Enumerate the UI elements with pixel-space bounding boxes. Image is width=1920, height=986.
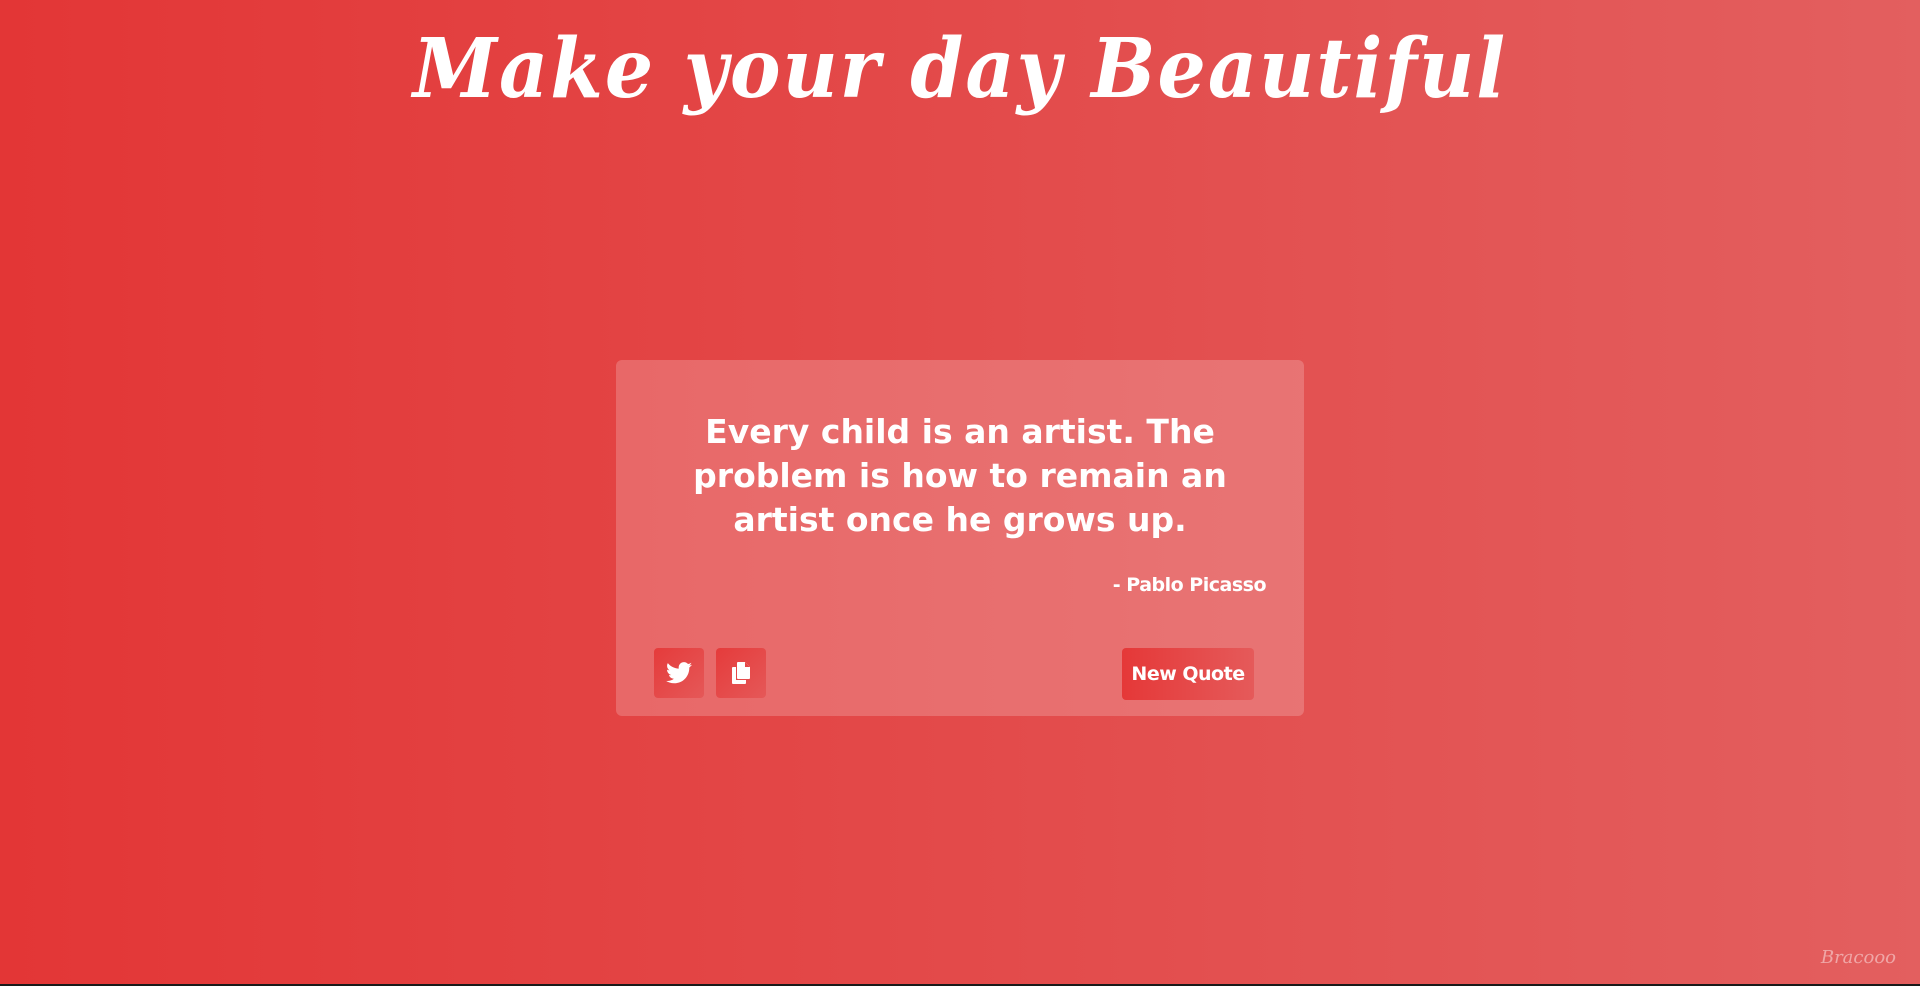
quote-text: Every child is an artist. The problem is… bbox=[693, 412, 1227, 539]
quote-author: - Pablo Picasso bbox=[1112, 574, 1267, 596]
brand-logo: Bracooo bbox=[1820, 947, 1896, 968]
copy-icon bbox=[732, 662, 750, 684]
twitter-icon bbox=[666, 662, 692, 684]
page-title: Make your day Beautiful bbox=[412, 20, 1508, 117]
quote-card: Every child is an artist. The problem is… bbox=[616, 360, 1304, 716]
copy-button[interactable] bbox=[716, 648, 766, 698]
new-quote-button[interactable]: New Quote bbox=[1122, 648, 1254, 700]
tweet-button[interactable] bbox=[654, 648, 704, 698]
